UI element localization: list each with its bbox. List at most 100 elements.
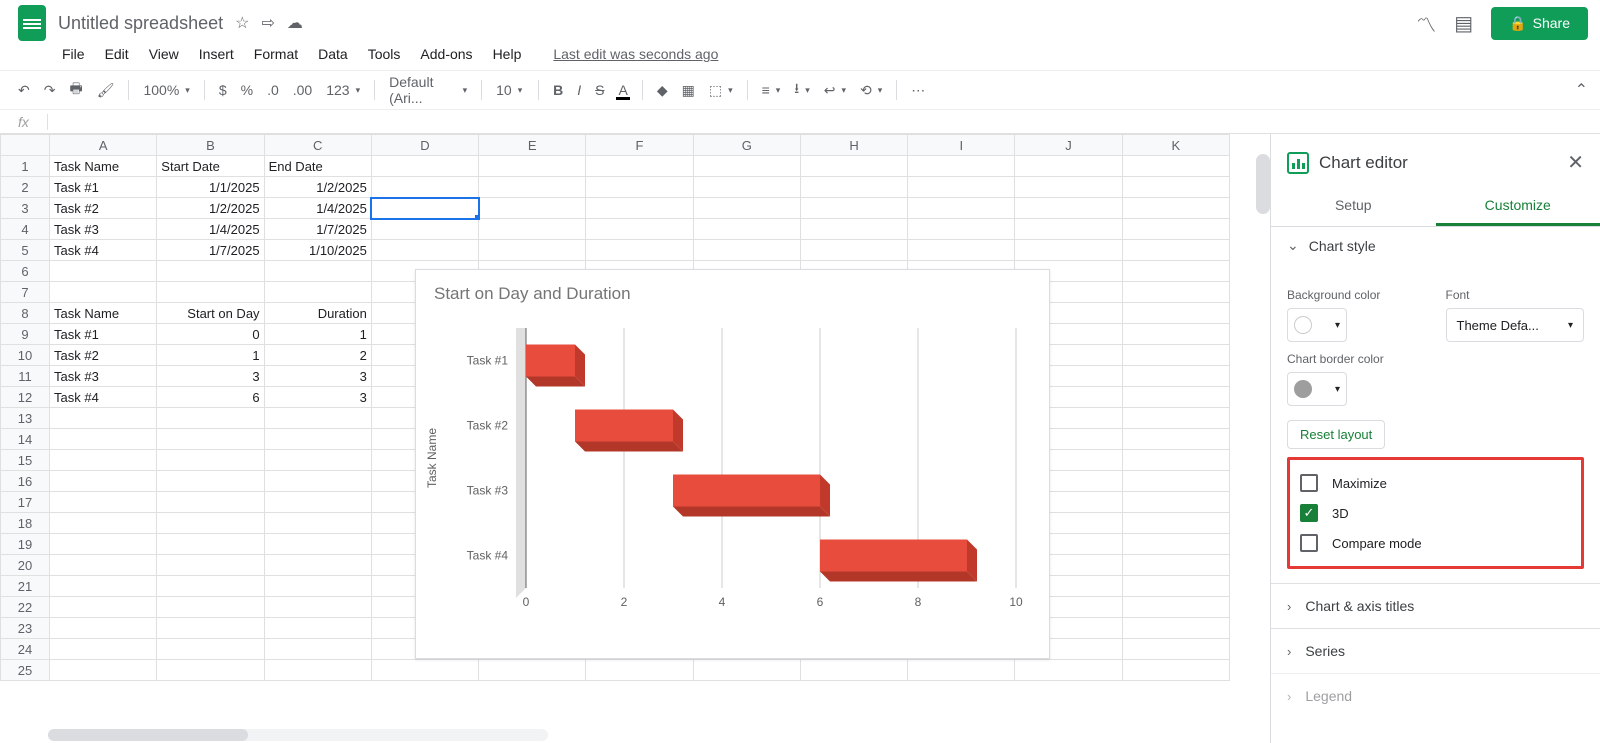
bold-button[interactable]: B xyxy=(547,78,569,102)
trend-icon[interactable]: 〽 xyxy=(1416,9,1436,38)
italic-button[interactable]: I xyxy=(571,78,587,102)
cell[interactable] xyxy=(1122,156,1229,177)
cell[interactable]: Task #1 xyxy=(50,177,157,198)
menu-file[interactable]: File xyxy=(54,42,93,66)
cell[interactable]: End Date xyxy=(264,156,371,177)
cell[interactable] xyxy=(1122,450,1229,471)
cell[interactable]: 1/7/2025 xyxy=(157,240,264,261)
cell[interactable] xyxy=(157,261,264,282)
cell[interactable] xyxy=(157,555,264,576)
cell[interactable] xyxy=(1015,219,1122,240)
cell[interactable] xyxy=(1122,177,1229,198)
cell[interactable]: Task #3 xyxy=(50,219,157,240)
cell[interactable] xyxy=(157,534,264,555)
cell[interactable]: 1/1/2025 xyxy=(157,177,264,198)
cell[interactable] xyxy=(371,177,478,198)
cell[interactable] xyxy=(479,219,586,240)
cell[interactable] xyxy=(479,240,586,261)
row-header[interactable]: 8 xyxy=(1,303,50,324)
cell[interactable]: 1 xyxy=(264,324,371,345)
row-header[interactable]: 5 xyxy=(1,240,50,261)
cell[interactable] xyxy=(586,177,693,198)
cell[interactable] xyxy=(157,576,264,597)
percent-button[interactable]: % xyxy=(235,78,259,102)
cloud-icon[interactable]: ☁ xyxy=(287,13,303,33)
cell[interactable] xyxy=(479,177,586,198)
cell[interactable] xyxy=(157,282,264,303)
cell[interactable]: 0 xyxy=(157,324,264,345)
text-color-button[interactable]: A xyxy=(612,78,633,102)
menu-edit[interactable]: Edit xyxy=(97,42,137,66)
cell[interactable] xyxy=(1015,240,1122,261)
row-header[interactable]: 1 xyxy=(1,156,50,177)
cell[interactable] xyxy=(371,198,478,219)
cell[interactable] xyxy=(264,282,371,303)
cell[interactable] xyxy=(586,219,693,240)
cell[interactable]: Task #2 xyxy=(50,198,157,219)
cell[interactable] xyxy=(586,198,693,219)
valign-button[interactable]: ⭳ xyxy=(788,74,815,106)
cell[interactable] xyxy=(1015,198,1122,219)
cell[interactable] xyxy=(1122,639,1229,660)
cell[interactable] xyxy=(50,534,157,555)
cell[interactable] xyxy=(479,660,586,681)
cell[interactable] xyxy=(1122,492,1229,513)
menu-help[interactable]: Help xyxy=(485,42,530,66)
cell[interactable]: 2 xyxy=(264,345,371,366)
row-header[interactable]: 4 xyxy=(1,219,50,240)
cell[interactable] xyxy=(50,408,157,429)
cell[interactable] xyxy=(371,156,478,177)
cell[interactable] xyxy=(908,660,1015,681)
cell[interactable] xyxy=(157,492,264,513)
cell[interactable] xyxy=(371,219,478,240)
cell[interactable] xyxy=(264,408,371,429)
strike-button[interactable]: S xyxy=(589,78,610,102)
cell[interactable] xyxy=(908,240,1015,261)
menu-add-ons[interactable]: Add-ons xyxy=(412,42,480,66)
col-header-D[interactable]: D xyxy=(371,135,478,156)
col-header-G[interactable]: G xyxy=(693,135,800,156)
cell[interactable] xyxy=(1122,198,1229,219)
cell[interactable] xyxy=(264,261,371,282)
col-header-E[interactable]: E xyxy=(479,135,586,156)
cell[interactable] xyxy=(371,240,478,261)
row-header[interactable]: 20 xyxy=(1,555,50,576)
cell[interactable]: 1/7/2025 xyxy=(264,219,371,240)
cell[interactable] xyxy=(693,198,800,219)
cell[interactable] xyxy=(157,450,264,471)
cell[interactable] xyxy=(157,618,264,639)
cell[interactable] xyxy=(264,471,371,492)
row-header[interactable]: 2 xyxy=(1,177,50,198)
cell[interactable] xyxy=(479,156,586,177)
cell[interactable] xyxy=(586,660,693,681)
more-formats-button[interactable]: 123 xyxy=(320,78,366,102)
row-header[interactable]: 7 xyxy=(1,282,50,303)
cell[interactable]: Task Name xyxy=(50,303,157,324)
section-legend[interactable]: › Legend xyxy=(1271,673,1600,718)
zoom-select[interactable]: 100% xyxy=(137,78,195,102)
cell[interactable] xyxy=(1122,618,1229,639)
cell[interactable] xyxy=(50,639,157,660)
cell[interactable] xyxy=(1122,429,1229,450)
currency-button[interactable]: $ xyxy=(213,78,233,102)
cell[interactable] xyxy=(1015,156,1122,177)
fill-color-button[interactable]: ◆ xyxy=(651,78,674,103)
checkbox-maximize[interactable]: Maximize xyxy=(1300,468,1571,498)
cell[interactable] xyxy=(157,408,264,429)
star-icon[interactable]: ☆ xyxy=(235,13,249,33)
row-header[interactable]: 9 xyxy=(1,324,50,345)
cell[interactable] xyxy=(157,513,264,534)
close-sidebar-button[interactable]: ✕ xyxy=(1567,150,1584,175)
cell[interactable] xyxy=(50,576,157,597)
cell[interactable] xyxy=(1122,303,1229,324)
cell[interactable] xyxy=(264,576,371,597)
cell[interactable] xyxy=(800,198,907,219)
section-chart-axis-titles[interactable]: › Chart & axis titles xyxy=(1271,583,1600,628)
cell[interactable] xyxy=(693,660,800,681)
row-header[interactable]: 12 xyxy=(1,387,50,408)
increase-decimal-button[interactable]: .00 xyxy=(287,78,318,102)
cell[interactable]: 1 xyxy=(157,345,264,366)
row-header[interactable]: 13 xyxy=(1,408,50,429)
cell[interactable] xyxy=(1122,471,1229,492)
cell[interactable] xyxy=(50,450,157,471)
